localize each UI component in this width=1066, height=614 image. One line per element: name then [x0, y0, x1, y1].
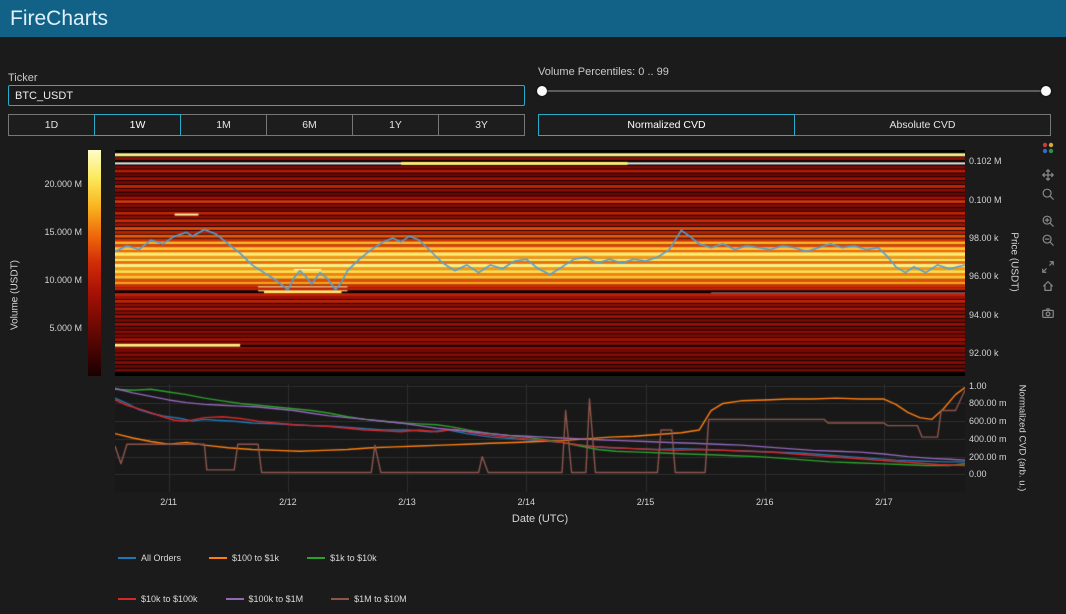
- tick-label: 98.00 k: [969, 233, 999, 244]
- chart-legend: All Orders $100 to $1k $1k to $10k $10k to …: [118, 553, 407, 614]
- legend-swatch: [118, 557, 136, 559]
- tick-label: 2/14: [517, 497, 536, 507]
- tick-label: 15.000 M: [44, 226, 82, 237]
- legend-swatch: [118, 598, 136, 600]
- volume-axis-title: Volume (USDT): [9, 259, 21, 331]
- slider-handle-max[interactable]: [1041, 86, 1051, 96]
- tick-label: 600.00 m: [969, 416, 1007, 427]
- legend-item-1k-to-10k[interactable]: $1k to $10k: [307, 553, 377, 563]
- cvd-mode-button-absolute-cvd[interactable]: Absolute CVD: [794, 114, 1051, 136]
- legend-label: $100 to $1k: [232, 553, 280, 563]
- autoscale-icon[interactable]: [1039, 259, 1057, 275]
- legend-label: $1k to $10k: [330, 553, 377, 563]
- tick-label: 2/12: [279, 497, 297, 507]
- tick-label: 2/17: [875, 497, 893, 507]
- legend-row: $10k to $100k $100k to $1M $1M to $10M: [118, 594, 407, 604]
- timeframe-button-1w[interactable]: 1W: [94, 114, 181, 136]
- legend-swatch: [209, 557, 228, 559]
- tick-label: 92.00 k: [969, 348, 999, 359]
- volume-heatmap-canvas[interactable]: [115, 150, 965, 376]
- cvd-lines-canvas[interactable]: [115, 384, 965, 492]
- plotly-modebar: [1036, 140, 1060, 321]
- legend-label: $10k to $100k: [141, 594, 198, 604]
- zoom-in-icon[interactable]: [1039, 213, 1057, 229]
- legend-label: All Orders: [141, 553, 182, 563]
- cvd-mode-group: Normalized CVD Absolute CVD: [538, 114, 1051, 136]
- tick-label: 200.00 m: [969, 451, 1007, 462]
- tick-label: 0.102 M: [969, 156, 1002, 167]
- timeframe-button-1y[interactable]: 1Y: [352, 114, 439, 136]
- zoom-out-icon[interactable]: [1039, 232, 1057, 248]
- legend-row: All Orders $100 to $1k $1k to $10k: [118, 553, 407, 563]
- volume-colorbar: [88, 150, 101, 376]
- app-header: FireCharts: [0, 0, 1066, 37]
- app-root: FireCharts Ticker Volume Percentiles: 0 …: [0, 0, 1066, 614]
- timeframe-button-3y[interactable]: 3Y: [438, 114, 525, 136]
- download-plot-icon[interactable]: [1039, 305, 1057, 321]
- legend-swatch: [307, 557, 326, 559]
- slider-track[interactable]: [538, 90, 1050, 92]
- legend-item-1m-to-10m[interactable]: $1M to $10M: [331, 594, 407, 604]
- timeframe-button-1m[interactable]: 1M: [180, 114, 267, 136]
- tick-label: 2/11: [160, 497, 178, 507]
- tick-label: 800.00 m: [969, 398, 1007, 409]
- legend-label: $100k to $1M: [248, 594, 304, 604]
- legend-item-100k-to-1m[interactable]: $100k to $1M: [225, 594, 304, 604]
- app-title: FireCharts: [10, 7, 109, 30]
- tick-label: 96.00 k: [969, 271, 999, 282]
- reset-axes-icon[interactable]: [1039, 278, 1057, 294]
- volume-percentiles-label: Volume Percentiles: 0 .. 99: [538, 66, 669, 78]
- tick-label: 0.00: [969, 469, 987, 480]
- date-axis-title: Date (UTC): [511, 513, 569, 525]
- slider-handle-min[interactable]: [537, 86, 547, 96]
- tick-label: 2/13: [398, 497, 416, 507]
- pan-icon[interactable]: [1039, 167, 1057, 183]
- volume-percentiles-slider[interactable]: [537, 84, 1051, 98]
- tick-label: 2/15: [636, 497, 655, 507]
- legend-item-100-to-1k[interactable]: $100 to $1k: [209, 553, 279, 563]
- timeframe-button-1d[interactable]: 1D: [8, 114, 95, 136]
- tick-label: 2/16: [755, 497, 774, 507]
- tick-label: 20.000 M: [44, 178, 82, 189]
- cvd-mode-button-normalized-cvd[interactable]: Normalized CVD: [538, 114, 795, 136]
- timeframe-button-6m[interactable]: 6M: [266, 114, 353, 136]
- legend-item-all-orders[interactable]: All Orders: [118, 553, 181, 563]
- legend-item-10k-to-100k[interactable]: $10k to $100k: [118, 594, 198, 604]
- legend-swatch: [225, 598, 244, 600]
- timeframe-group: 1D 1W 1M 6M 1Y 3Y: [8, 114, 525, 136]
- tick-label: 5.000 M: [49, 322, 82, 333]
- tick-label: 0.100 M: [969, 194, 1002, 205]
- tick-label: 400.00 m: [969, 433, 1007, 444]
- ticker-input[interactable]: [8, 85, 525, 106]
- plotly-logo-icon: [1039, 140, 1057, 156]
- ticker-label: Ticker: [8, 72, 38, 84]
- tick-label: 1.00: [969, 380, 987, 391]
- box-zoom-icon[interactable]: [1039, 186, 1057, 202]
- legend-label: $1M to $10M: [354, 594, 407, 604]
- tick-label: 94.00 k: [969, 309, 999, 320]
- tick-label: 10.000 M: [44, 274, 82, 285]
- legend-swatch: [331, 598, 350, 600]
